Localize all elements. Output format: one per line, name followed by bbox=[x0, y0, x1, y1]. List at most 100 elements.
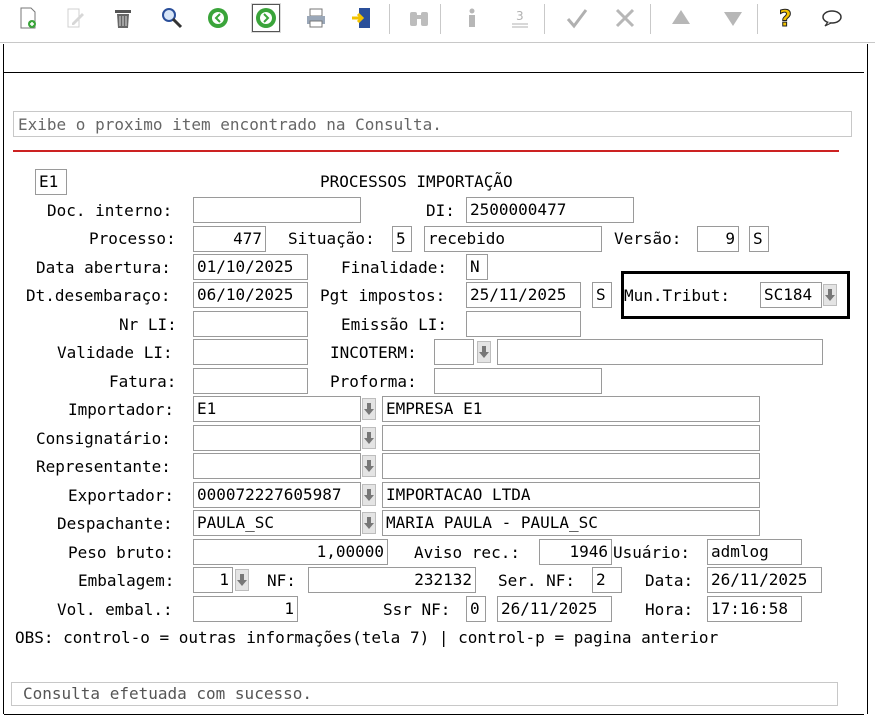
chat-icon[interactable] bbox=[817, 3, 847, 33]
representante-code-field[interactable] bbox=[193, 453, 361, 479]
finalidade-label: Finalidade: bbox=[341, 258, 447, 277]
search-icon[interactable] bbox=[157, 3, 187, 33]
versao-flag-field[interactable]: S bbox=[749, 226, 769, 252]
next-icon[interactable] bbox=[251, 3, 281, 33]
message-bar: Exibe o proximo item encontrado na Consu… bbox=[13, 111, 852, 137]
down-icon[interactable] bbox=[718, 3, 748, 33]
toolbar: 3 ? bbox=[0, 0, 875, 43]
usuario-field[interactable]: admlog bbox=[707, 539, 802, 565]
doc-interno-label: Doc. interno: bbox=[47, 201, 173, 220]
numbers-icon[interactable]: 3 bbox=[505, 3, 535, 33]
mun-tribut-dropdown-icon[interactable] bbox=[823, 284, 837, 306]
aviso-rec-field[interactable]: 1946 bbox=[539, 539, 612, 565]
svg-text:?: ? bbox=[779, 7, 792, 30]
nr-li-label: Nr LI: bbox=[119, 315, 177, 334]
versao-label: Versão: bbox=[614, 229, 682, 248]
embalagem-dropdown-icon[interactable] bbox=[235, 569, 249, 591]
embalagem-field[interactable]: 1 bbox=[193, 567, 233, 593]
peso-bruto-label: Peso bruto: bbox=[68, 543, 174, 562]
exportador-name-field[interactable]: IMPORTACAO LTDA bbox=[382, 482, 760, 508]
tools-icon[interactable] bbox=[610, 3, 640, 33]
nr-li-field[interactable] bbox=[193, 311, 308, 337]
company-code-field[interactable]: E1 bbox=[35, 169, 67, 195]
info-icon[interactable] bbox=[457, 3, 487, 33]
mun-tribut-label: Mun.Tribut: bbox=[624, 286, 730, 305]
exportador-code-field[interactable]: 000072227605987 bbox=[193, 482, 361, 508]
emissao-li-field[interactable] bbox=[466, 311, 581, 337]
ssr-nf-label: Ssr NF: bbox=[383, 600, 451, 619]
consignatario-label: Consignatário: bbox=[36, 429, 171, 448]
data-label: Data: bbox=[645, 571, 694, 590]
importador-name-field[interactable]: EMPRESA E1 bbox=[382, 396, 760, 422]
fatura-field[interactable] bbox=[193, 368, 308, 394]
emissao-li-label: Emissão LI: bbox=[341, 315, 447, 334]
proforma-field[interactable] bbox=[434, 368, 602, 394]
incoterm-label: INCOTERM: bbox=[330, 343, 417, 362]
situacao-code-field[interactable]: 5 bbox=[392, 226, 412, 252]
ssr-nf-date-field[interactable]: 26/11/2025 bbox=[497, 596, 612, 622]
processo-field[interactable]: 477 bbox=[193, 226, 266, 252]
ser-nf-label: Ser. NF: bbox=[498, 571, 576, 590]
print-icon[interactable] bbox=[301, 3, 331, 33]
finalidade-field[interactable]: N bbox=[466, 254, 488, 280]
pgt-impostos-field[interactable]: 25/11/2025 bbox=[466, 282, 581, 308]
situacao-label: Situação: bbox=[288, 229, 375, 248]
versao-field[interactable]: 9 bbox=[697, 226, 739, 252]
frame-bottom bbox=[4, 714, 864, 715]
ssr-nf-field[interactable]: 0 bbox=[466, 596, 486, 622]
despachante-dropdown-icon[interactable] bbox=[362, 512, 376, 534]
vol-embal-field[interactable]: 1 bbox=[193, 596, 298, 622]
situacao-desc-field[interactable]: recebido bbox=[424, 226, 602, 252]
usuario-label: Usuário: bbox=[613, 543, 691, 562]
representante-label: Representante: bbox=[36, 457, 171, 476]
incoterm-desc-field[interactable] bbox=[497, 339, 823, 365]
exit-icon[interactable] bbox=[347, 3, 377, 33]
edit-icon[interactable] bbox=[60, 3, 90, 33]
exportador-label: Exportador: bbox=[68, 486, 174, 505]
exportador-dropdown-icon[interactable] bbox=[362, 484, 376, 506]
incoterm-field[interactable] bbox=[434, 339, 474, 365]
validade-li-label: Validade LI: bbox=[57, 343, 173, 362]
vol-embal-label: Vol. embal.: bbox=[57, 600, 173, 619]
binoculars-icon[interactable] bbox=[404, 3, 434, 33]
embalagem-label: Embalagem: bbox=[78, 571, 175, 590]
new-doc-icon[interactable] bbox=[13, 3, 43, 33]
obs-text: OBS: control-o = outras informações(tela… bbox=[15, 628, 719, 647]
despachante-code-field[interactable]: PAULA_SC bbox=[193, 510, 361, 536]
incoterm-dropdown-icon[interactable] bbox=[477, 341, 491, 363]
data-abertura-field[interactable]: 01/10/2025 bbox=[193, 254, 308, 280]
mun-tribut-field[interactable]: SC184 bbox=[760, 282, 822, 308]
data-field[interactable]: 26/11/2025 bbox=[707, 567, 822, 593]
peso-bruto-field[interactable]: 1,00000 bbox=[193, 539, 388, 565]
nf-field[interactable]: 232132 bbox=[308, 567, 476, 593]
hora-label: Hora: bbox=[645, 600, 694, 619]
di-field[interactable]: 2500000477 bbox=[466, 197, 634, 223]
representante-name-field[interactable] bbox=[382, 453, 760, 479]
importador-dropdown-icon[interactable] bbox=[362, 398, 376, 420]
dt-desembaraco-label: Dt.desembaraço: bbox=[26, 286, 171, 305]
help-icon[interactable]: ? bbox=[771, 3, 801, 33]
dt-desembaraco-field[interactable]: 06/10/2025 bbox=[193, 282, 308, 308]
representante-dropdown-icon[interactable] bbox=[362, 455, 376, 477]
trash-icon[interactable] bbox=[108, 3, 138, 33]
pgt-flag-field[interactable]: S bbox=[592, 282, 612, 308]
prev-icon[interactable] bbox=[203, 3, 233, 33]
hora-field[interactable]: 17:16:58 bbox=[707, 596, 802, 622]
despachante-name-field[interactable]: MARIA PAULA - PAULA_SC bbox=[382, 510, 760, 536]
ser-nf-field[interactable]: 2 bbox=[592, 567, 622, 593]
nf-label: NF: bbox=[267, 571, 296, 590]
aviso-rec-label: Aviso rec.: bbox=[414, 543, 520, 562]
check-icon[interactable] bbox=[562, 3, 592, 33]
consignatario-name-field[interactable] bbox=[382, 425, 760, 451]
doc-interno-field[interactable] bbox=[193, 197, 361, 223]
up-icon[interactable] bbox=[666, 3, 696, 33]
validade-li-field[interactable] bbox=[193, 339, 308, 365]
svg-text:3: 3 bbox=[516, 9, 524, 23]
data-abertura-label: Data abertura: bbox=[36, 258, 171, 277]
di-label: DI: bbox=[426, 201, 455, 220]
consignatario-code-field[interactable] bbox=[193, 425, 361, 451]
importador-code-field[interactable]: E1 bbox=[193, 396, 361, 422]
consignatario-dropdown-icon[interactable] bbox=[362, 427, 376, 449]
red-separator bbox=[13, 150, 839, 152]
importador-label: Importador: bbox=[68, 400, 174, 419]
